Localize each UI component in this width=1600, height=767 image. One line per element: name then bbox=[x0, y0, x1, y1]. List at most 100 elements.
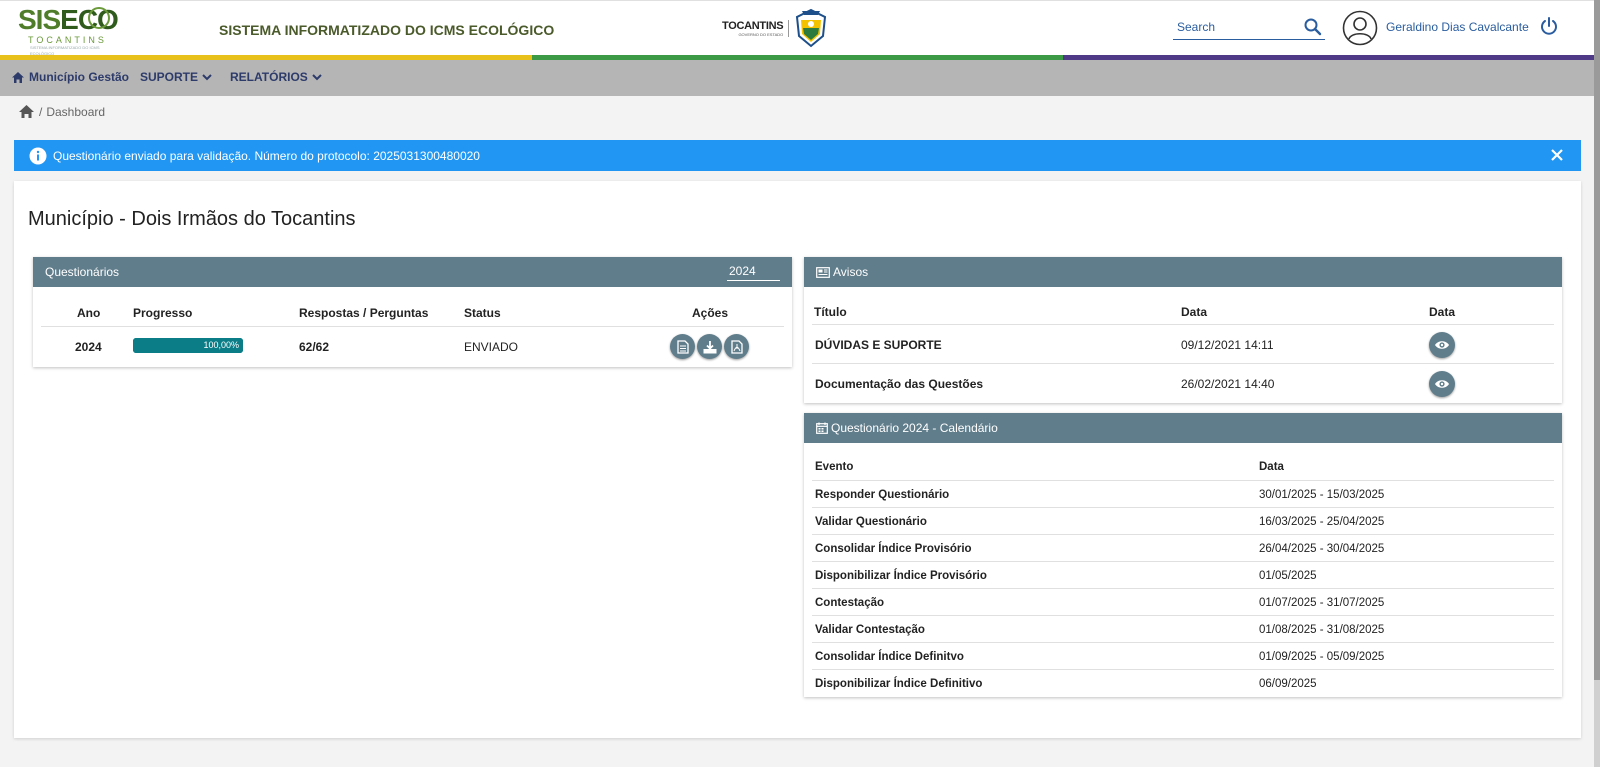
avisos-title: Avisos bbox=[833, 265, 869, 279]
gov-name: TOCANTINS bbox=[722, 19, 784, 32]
evento-label: Responder Questionário bbox=[815, 489, 950, 501]
avisos-table: Título Data Data DÚVIDAS E SUPORTE 09/12… bbox=[812, 297, 1554, 403]
aviso-titulo: DÚVIDAS E SUPORTE bbox=[815, 338, 942, 352]
nav-home-label: Município Gestão bbox=[29, 70, 130, 84]
evento-data: 01/05/2025 bbox=[1259, 570, 1317, 582]
col-titulo: Título bbox=[814, 305, 847, 319]
evento-label: Contestação bbox=[815, 597, 885, 609]
col-ano: Ano bbox=[77, 306, 101, 320]
leaf-icon bbox=[88, 7, 110, 29]
gov-text: TOCANTINS GOVERNO DO ESTADO bbox=[722, 19, 790, 37]
table-header-row: Título Data Data bbox=[812, 297, 1554, 325]
evento-data: 01/08/2025 - 31/08/2025 bbox=[1259, 624, 1385, 636]
table-row: DÚVIDAS E SUPORTE 09/12/2021 14:11 bbox=[812, 325, 1554, 364]
aviso-data: 26/02/2021 14:40 bbox=[1181, 377, 1275, 391]
evento-data: 26/04/2025 - 30/04/2025 bbox=[1259, 543, 1385, 555]
view-document-button[interactable] bbox=[670, 334, 695, 359]
evento-data: 01/07/2025 - 31/07/2025 bbox=[1259, 597, 1385, 609]
user-name[interactable]: Geraldino Dias Cavalcante bbox=[1386, 20, 1529, 34]
scrollbar-thumb[interactable] bbox=[1594, 0, 1600, 680]
table-row: Consolidar Índice Provisório 26/04/2025 … bbox=[812, 535, 1554, 562]
alert-message: Questionário enviado para validação. Núm… bbox=[53, 148, 480, 163]
chevron-down-icon bbox=[312, 74, 322, 81]
logout-power-icon[interactable] bbox=[1539, 16, 1559, 36]
pdf-icon bbox=[730, 339, 743, 354]
calendario-title: Questionário 2024 - Calendário bbox=[831, 421, 998, 435]
col-data: Data bbox=[1181, 305, 1208, 319]
download-button[interactable] bbox=[697, 334, 722, 359]
logo-text-sis: SIS bbox=[18, 4, 61, 35]
table-header-row: Ano Progresso Respostas / Perguntas Stat… bbox=[41, 297, 784, 327]
questionarios-title: Questionários bbox=[45, 265, 120, 279]
table-row: Documentação das Questões 26/02/2021 14:… bbox=[812, 364, 1554, 403]
search-icon[interactable] bbox=[1303, 17, 1323, 37]
view-aviso-button[interactable] bbox=[1429, 332, 1455, 358]
table-row: 2024 100,00% 62/62 ENVIADO bbox=[41, 327, 784, 366]
nav-home[interactable]: Município Gestão bbox=[11, 70, 129, 84]
evento-label: Disponibilizar Índice Provisório bbox=[815, 570, 987, 582]
view-aviso-button[interactable] bbox=[1429, 371, 1455, 397]
main-navbar: Município Gestão SUPORTE RELATÓRIOS bbox=[0, 60, 1600, 96]
close-icon[interactable] bbox=[1549, 147, 1565, 163]
evento-data: 06/09/2025 bbox=[1259, 678, 1317, 690]
breadcrumb: / Dashboard bbox=[18, 104, 105, 119]
logo-subtitle: TOCANTINS bbox=[28, 35, 107, 45]
info-icon bbox=[29, 147, 47, 164]
document-icon bbox=[676, 339, 689, 354]
col-status: Status bbox=[464, 306, 501, 320]
aviso-titulo: Documentação das Questões bbox=[815, 377, 984, 391]
user-avatar-icon[interactable] bbox=[1342, 10, 1378, 46]
eye-icon bbox=[1435, 380, 1449, 388]
state-crest-icon bbox=[796, 8, 827, 48]
government-logo: TOCANTINS GOVERNO DO ESTADO bbox=[722, 7, 828, 49]
avisos-header: Avisos bbox=[804, 257, 1562, 287]
table-row: Contestação 01/07/2025 - 31/07/2025 bbox=[812, 589, 1554, 616]
progress-label: 100,00% bbox=[203, 340, 239, 350]
download-icon bbox=[703, 340, 716, 353]
main-card: Município - Dois Irmãos do Tocantins Que… bbox=[14, 181, 1581, 738]
page-scrollbar[interactable] bbox=[1594, 0, 1600, 767]
evento-label: Consolidar Índice Definitvo bbox=[815, 651, 964, 663]
evento-label: Validar Questionário bbox=[815, 516, 927, 528]
top-header: SISECO TOCANTINS SISTEMA INFORMATIZADO D… bbox=[0, 0, 1600, 60]
nav-suporte-menu[interactable]: SUPORTE bbox=[140, 70, 212, 84]
table-row: Validar Questionário 16/03/2025 - 25/04/… bbox=[812, 508, 1554, 535]
table-row: Validar Contestação 01/08/2025 - 31/08/2… bbox=[812, 616, 1554, 643]
nav-relatorios-label: RELATÓRIOS bbox=[230, 70, 308, 84]
col-acoes: Ações bbox=[692, 306, 729, 320]
table-header-row: Evento Data bbox=[812, 453, 1554, 481]
table-row: Consolidar Índice Definitvo 01/09/2025 -… bbox=[812, 643, 1554, 670]
gov-subtitle: GOVERNO DO ESTADO bbox=[738, 31, 784, 37]
col-data-action: Data bbox=[1429, 305, 1456, 319]
row-actions bbox=[670, 334, 749, 359]
row-ano: 2024 bbox=[75, 340, 102, 354]
year-select[interactable]: 2024 bbox=[727, 264, 780, 281]
col-data: Data bbox=[1259, 461, 1284, 473]
calendario-panel: Questionário 2024 - Calendário Evento Da… bbox=[804, 413, 1562, 697]
newspaper-icon bbox=[816, 266, 830, 278]
breadcrumb-current: Dashboard bbox=[46, 104, 106, 119]
evento-label: Validar Contestação bbox=[815, 624, 925, 636]
questionarios-table: Ano Progresso Respostas / Perguntas Stat… bbox=[41, 297, 784, 366]
table-row: Disponibilizar Índice Provisório 01/05/2… bbox=[812, 562, 1554, 589]
home-icon[interactable] bbox=[18, 104, 35, 119]
calendario-table: Evento Data Responder Questionário 30/01… bbox=[812, 453, 1554, 697]
search-box bbox=[1173, 15, 1325, 40]
table-row: Responder Questionário 30/01/2025 - 15/0… bbox=[812, 481, 1554, 508]
avisos-panel: Avisos Título Data Data DÚVIDAS E SUPORT… bbox=[804, 257, 1562, 403]
evento-label: Consolidar Índice Provisório bbox=[815, 543, 972, 555]
chevron-down-icon bbox=[202, 74, 212, 81]
calendario-header: Questionário 2024 - Calendário bbox=[804, 413, 1562, 443]
pdf-button[interactable] bbox=[724, 334, 749, 359]
row-respostas: 62/62 bbox=[299, 340, 330, 354]
col-respostas: Respostas / Perguntas bbox=[299, 306, 429, 320]
siseco-logo[interactable]: SISECO TOCANTINS SISTEMA INFORMATIZADO D… bbox=[18, 4, 119, 57]
system-title: SISTEMA INFORMATIZADO DO ICMS ECOLÓGICO bbox=[219, 22, 555, 38]
col-evento: Evento bbox=[815, 461, 854, 473]
search-input[interactable] bbox=[1173, 15, 1293, 39]
nav-relatorios-menu[interactable]: RELATÓRIOS bbox=[230, 70, 322, 84]
progress-bar: 100,00% bbox=[133, 338, 243, 353]
questionarios-header: Questionários 2024 bbox=[33, 257, 792, 287]
evento-data: 16/03/2025 - 25/04/2025 bbox=[1259, 516, 1385, 528]
table-row: Disponibilizar Índice Definitivo 06/09/2… bbox=[812, 670, 1554, 697]
